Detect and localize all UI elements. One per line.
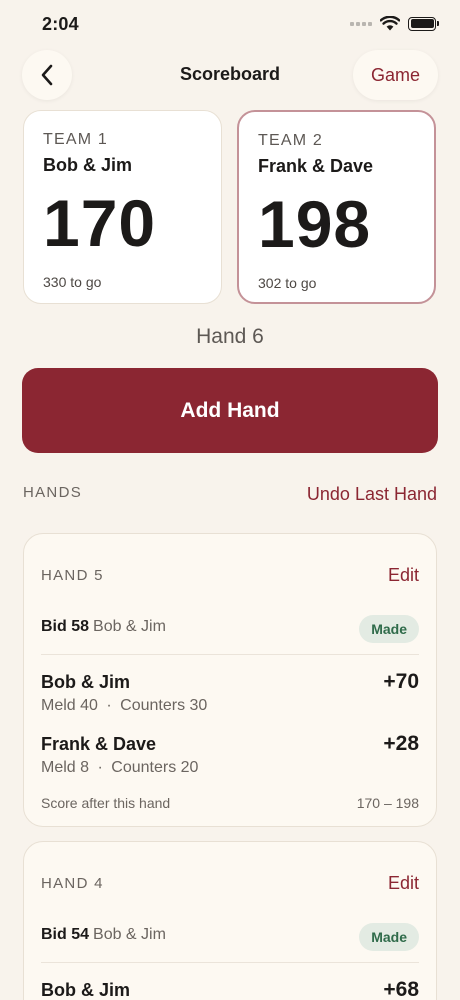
hand-title: HAND 5 — [41, 567, 104, 584]
team-label: TEAM 2 — [258, 132, 323, 149]
status-icons — [350, 16, 439, 31]
bid-team: Bob & Jim — [93, 618, 166, 635]
edit-hand-button[interactable]: Edit — [388, 873, 419, 894]
row-points: +68 — [383, 978, 419, 1000]
nav-bar: Scoreboard Game — [0, 48, 460, 102]
row-counters: Counters 20 — [111, 759, 199, 776]
cellular-signal-icon — [350, 21, 372, 26]
row-counters: Counters 30 — [120, 697, 208, 714]
bid-team: Bob & Jim — [93, 926, 166, 943]
bid-row: Bid 58 Bob & Jim Made — [41, 615, 419, 655]
score-after-value: 170 – 198 — [356, 795, 419, 811]
row-team-name: Bob & Jim — [41, 672, 131, 692]
edit-hand-button[interactable]: Edit — [388, 565, 419, 586]
add-hand-button[interactable]: Add Hand — [22, 368, 438, 453]
row-meld-counters: Meld 40 · Counters 30 — [41, 697, 207, 715]
team-name: Frank & Dave — [258, 156, 374, 176]
undo-last-hand-button[interactable]: Undo Last Hand — [307, 484, 437, 505]
row-meld: Meld 40 — [41, 697, 98, 714]
team-result-row: Bob & Jim Meld 40 · Counters 30 +70 — [41, 670, 419, 732]
hand-header: HAND 5 Edit — [41, 534, 419, 618]
row-team-name: Frank & Dave — [41, 734, 157, 754]
team-score: 198 — [258, 187, 372, 261]
wifi-icon — [380, 16, 400, 31]
row-meld-counters: Meld 8 · Counters 20 — [41, 759, 198, 777]
team-name: Bob & Jim — [43, 155, 133, 175]
bid-row: Bid 54 Bob & Jim Made — [41, 923, 419, 963]
status-time: 2:04 — [42, 14, 79, 34]
bid-amount: Bid 58 — [41, 618, 90, 635]
bid-summary: Bid 58 Bob & Jim — [41, 618, 166, 636]
team-2-card: TEAM 2 Frank & Dave 198 302 to go — [237, 110, 436, 304]
team-score: 170 — [43, 186, 157, 260]
team-result-row: Frank & Dave Meld 8 · Counters 20 +28 — [41, 732, 419, 794]
status-badge: Made — [359, 923, 419, 951]
team-points-to-go: 330 to go — [43, 274, 102, 290]
row-points: +70 — [383, 670, 419, 693]
score-after-row: Score after this hand 170 – 198 — [41, 794, 419, 836]
status-bar: 2:04 — [0, 0, 460, 50]
row-points: +28 — [383, 732, 419, 755]
game-button[interactable]: Game — [352, 50, 438, 100]
team-label: TEAM 1 — [43, 131, 108, 148]
hand-card: HAND 4 Edit Bid 54 Bob & Jim Made Bob & J… — [23, 841, 437, 1000]
hand-header: HAND 4 Edit — [41, 842, 419, 926]
battery-icon — [408, 16, 439, 31]
hand-title: HAND 4 — [41, 875, 104, 892]
status-badge: Made — [359, 615, 419, 643]
score-after-label: Score after this hand — [41, 795, 171, 811]
current-hand-label: Hand 6 — [196, 325, 264, 348]
bid-summary: Bid 54 Bob & Jim — [41, 926, 166, 944]
row-meld: Meld 8 — [41, 759, 90, 776]
bid-amount: Bid 54 — [41, 926, 90, 943]
row-team-name: Bob & Jim — [41, 980, 131, 1000]
hands-section-title: HANDS — [23, 484, 83, 501]
team-result-row: Bob & Jim +68 — [41, 978, 419, 1000]
team-1-card: TEAM 1 Bob & Jim 170 330 to go — [23, 110, 222, 304]
row-separator: · — [97, 759, 103, 776]
hand-card: HAND 5 Edit Bid 58 Bob & Jim Made Bob & J… — [23, 533, 437, 827]
team-points-to-go: 302 to go — [258, 275, 317, 291]
row-separator: · — [106, 697, 112, 714]
